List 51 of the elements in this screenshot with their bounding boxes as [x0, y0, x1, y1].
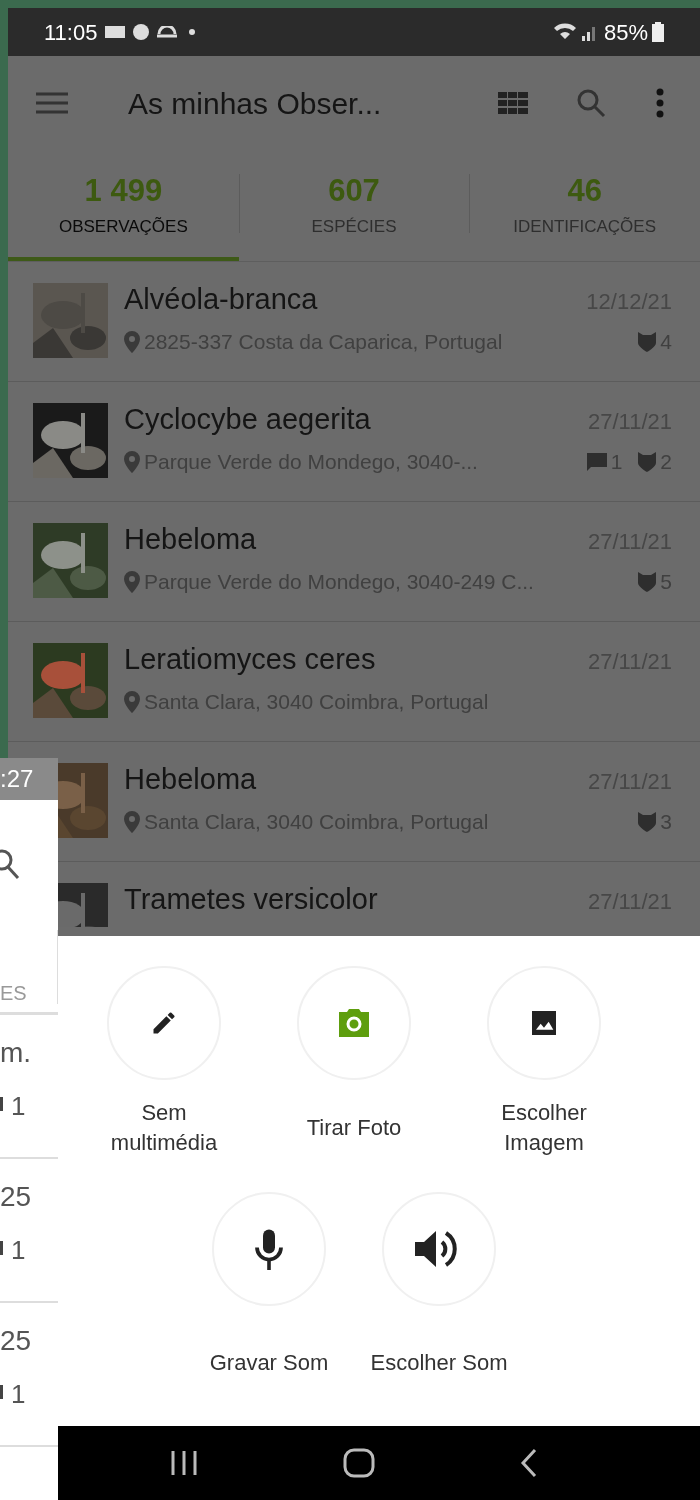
recent-apps-icon[interactable]: [170, 1449, 199, 1477]
media-option-label: Escolher Som: [370, 1349, 508, 1377]
location-pin-icon: [124, 450, 140, 473]
media-option-label: Sem multimédia: [109, 1099, 219, 1157]
tab-count: 1 499: [84, 171, 163, 210]
clock-time: 11:05: [44, 18, 98, 47]
row-text: 25: [0, 1180, 32, 1214]
stats-tab[interactable]: 1 499 OBSERVAÇÕES: [8, 150, 239, 261]
tab-label: ES: [0, 981, 27, 1006]
media-option-button[interactable]: [487, 966, 601, 1080]
count-text: 1: [11, 1234, 26, 1267]
tab-label: OBSERVAÇÕES: [58, 216, 188, 238]
screen-title: As minhas Obser...: [128, 85, 382, 122]
media-option-label: Tirar Foto: [305, 1114, 403, 1142]
species-name: Cyclocybe aegerita: [124, 403, 371, 435]
media-option-button[interactable]: [382, 1192, 496, 1306]
dot-icon: [189, 29, 196, 35]
comment-icon: [586, 452, 607, 471]
search-icon[interactable]: [576, 88, 606, 118]
species-name: Hebeloma: [124, 523, 257, 555]
location-pin-icon: [124, 690, 140, 713]
species-name: Alvéola-branca: [124, 283, 318, 315]
search-icon: [0, 848, 22, 882]
media-option-button[interactable]: [212, 1192, 326, 1306]
stats-tab[interactable]: 607 ESPÉCIES: [238, 150, 470, 261]
row-text: m.: [0, 1036, 32, 1070]
tab-label: IDENTIFICAÇÕES: [513, 216, 656, 238]
media-option-label: Escolher Imagem: [500, 1099, 588, 1157]
count-text: 1: [11, 1090, 26, 1123]
home-icon[interactable]: [343, 1448, 375, 1478]
back-icon[interactable]: [519, 1448, 538, 1478]
camera-icon: [336, 1007, 372, 1039]
tab-label: ESPÉCIES: [311, 216, 397, 238]
battery-icon: [652, 22, 664, 42]
species-name: Hebeloma: [124, 763, 257, 795]
battery-percent: 85%: [603, 18, 648, 47]
count-text: 1: [11, 1378, 26, 1411]
species-name: Trametes versicolor: [124, 883, 378, 915]
tab-count: 46: [567, 171, 602, 210]
more-options-icon[interactable]: [656, 88, 664, 118]
location-pin-icon: [124, 810, 140, 833]
location-pin-icon: [124, 330, 140, 353]
menu-icon[interactable]: [36, 92, 68, 114]
stats-tab[interactable]: 46 IDENTIFICAÇÕES: [469, 150, 700, 261]
clock-time: :27: [0, 764, 34, 794]
species-name: Leratiomyces ceres: [124, 643, 376, 675]
row-text: 25: [0, 1324, 32, 1358]
media-option-label: Gravar Som: [209, 1349, 329, 1377]
location-pin-icon: [124, 570, 140, 593]
grid-view-icon[interactable]: [498, 92, 528, 114]
tab-count: 607: [328, 171, 380, 210]
